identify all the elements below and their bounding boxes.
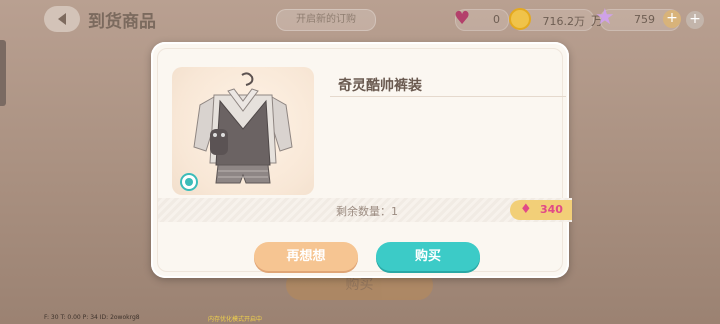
page-title: 到货商品: [88, 12, 156, 32]
heart-counter: ♥ 0: [454, 8, 509, 31]
plus-icon[interactable]: +: [686, 11, 704, 29]
heart-gem-icon: ♥: [454, 8, 471, 29]
new-order-button[interactable]: 开启新的订购: [276, 9, 376, 31]
star-count: 759: [634, 13, 655, 26]
star-icon: ★: [595, 5, 615, 30]
star-counter: ★ 759 +: [595, 5, 681, 31]
dialog-frame: 奇灵酷帅裤装 剩余数量：1 ♦ 340 再想想 购买: [157, 48, 572, 272]
back-arrow-icon: [58, 13, 66, 25]
reconsider-button[interactable]: 再想想: [254, 242, 358, 271]
buy-button[interactable]: 购买: [376, 242, 480, 271]
coin-icon: [509, 8, 531, 30]
star-plus-button[interactable]: +: [663, 10, 681, 28]
preview-eye-icon[interactable]: [180, 173, 198, 191]
pink-gem-icon: ♦: [520, 202, 532, 217]
price-value: 340: [540, 203, 563, 216]
left-side-tab[interactable]: [0, 40, 6, 106]
debug-stats: F: 30 T: 0.00 P: 34 ID: 2owokrg8: [44, 314, 140, 321]
price-tag: ♦ 340: [510, 200, 572, 220]
coin-count: 716.2万: [542, 15, 586, 28]
memory-notice: 内存优化模式开启中: [208, 316, 263, 323]
heart-count: 0: [493, 13, 500, 26]
back-button[interactable]: [44, 6, 80, 32]
purchase-dialog: 奇灵酷帅裤装 剩余数量：1 ♦ 340 再想想 购买: [151, 42, 572, 278]
coin-counter: 716.2万: [509, 8, 594, 31]
item-name: 奇灵酷帅裤装: [338, 78, 422, 94]
top-bar: 到货商品 开启新的订购 ♥ 0 716.2万 万 ★ 759 + +: [0, 0, 720, 40]
remaining-quantity: 剩余数量：1: [336, 205, 398, 218]
title-divider: [330, 96, 566, 97]
